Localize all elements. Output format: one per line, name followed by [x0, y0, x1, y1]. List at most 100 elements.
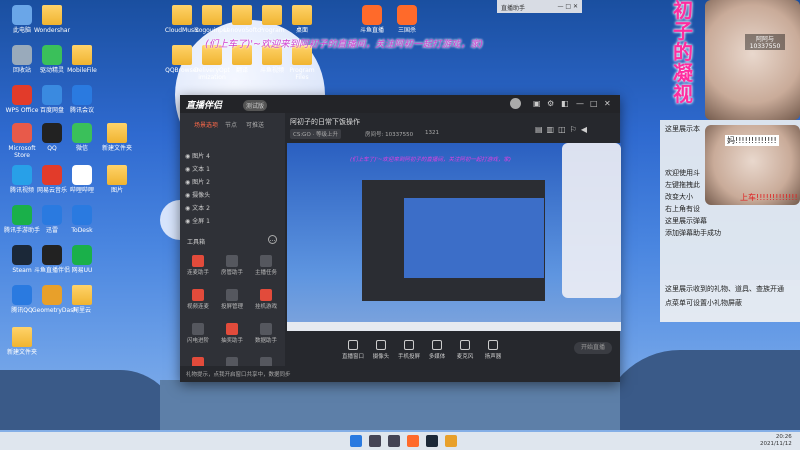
- overlay-title-char: 凝: [673, 61, 693, 85]
- app-icon[interactable]: [445, 435, 457, 447]
- close-icon[interactable]: ✕: [604, 99, 611, 108]
- overlay-title: 初 子 的 凝 视: [673, 0, 703, 105]
- stream-title[interactable]: 阿初子的日常下饭操作: [290, 117, 360, 127]
- tool-button[interactable]: 视频连麦: [183, 289, 213, 310]
- control-button[interactable]: 手机投屏: [394, 340, 424, 360]
- scene-item[interactable]: ◉ 摄像头: [185, 190, 210, 199]
- stream-banner-text: (们上车了)'~欢迎来到阿初子的直播间，关注阿初一起打游戏，家): [205, 39, 484, 50]
- avatar[interactable]: [510, 98, 521, 109]
- control-button[interactable]: 摄像头: [366, 340, 396, 360]
- viewer-label: 阿阿与 10337550: [745, 34, 785, 50]
- app-icon: [12, 245, 32, 265]
- desktop-icon[interactable]: ToDesk: [62, 205, 102, 234]
- scene-item[interactable]: ◉ 图片 2: [185, 177, 210, 186]
- time: 20:26: [775, 434, 792, 440]
- skin-icon[interactable]: ◧: [561, 99, 569, 108]
- desktop-icon-label: 哔哩哔哩: [69, 187, 94, 194]
- overlay-title-char: 初: [673, 0, 693, 22]
- tool-label: 挂机游戏: [254, 304, 277, 310]
- app-icon: [362, 5, 382, 25]
- app-icon: [12, 327, 32, 347]
- search-icon[interactable]: [369, 435, 381, 447]
- control-button[interactable]: 扬声器: [478, 340, 508, 360]
- app-icon: [12, 85, 32, 105]
- tool-button[interactable]: 数据助手: [251, 323, 281, 344]
- desktop-icon[interactable]: 桌面: [282, 5, 322, 34]
- settings-icon[interactable]: ⚙: [547, 99, 554, 108]
- desktop-icon[interactable]: Program Files: [282, 45, 322, 81]
- app-icon: [172, 45, 192, 65]
- tool-button[interactable]: 闪电进阶: [183, 323, 213, 344]
- taskview-icon[interactable]: [388, 435, 400, 447]
- tool-icon: [192, 255, 204, 267]
- tool-button[interactable]: 房管助手: [217, 255, 247, 276]
- preview-taskbar: [287, 322, 621, 331]
- mini-window-title: 直播助手: [501, 5, 526, 12]
- chat-line: 左键拖拽此: [665, 181, 700, 189]
- control-label: 麦克风: [456, 354, 474, 360]
- douyu-icon[interactable]: [407, 435, 419, 447]
- app-icon: [107, 123, 127, 143]
- desktop-icon[interactable]: 斗鱼直播: [352, 5, 392, 34]
- desktop-icon[interactable]: 微信: [62, 123, 102, 152]
- preview-toolbar[interactable]: ▤▥◫⚐◀: [535, 125, 591, 134]
- control-button[interactable]: 麦克风: [450, 340, 480, 360]
- minimize-icon[interactable]: —: [576, 99, 584, 108]
- desktop-icon[interactable]: 新建文件夹: [97, 123, 137, 152]
- tool-button[interactable]: 抽奖助手: [217, 323, 247, 344]
- tool-icon: [226, 255, 238, 267]
- red-caption: 上车!!!!!!!!!!!!!: [740, 193, 798, 202]
- tool-icon: [192, 289, 204, 301]
- tool-button[interactable]: 主播任务: [251, 255, 281, 276]
- desktop-icon[interactable]: 腾讯会议: [62, 85, 102, 114]
- desktop-icon[interactable]: 阿里云: [62, 285, 102, 314]
- desktop-icon[interactable]: 新建文件夹: [2, 327, 42, 356]
- tab-push[interactable]: 可推送: [246, 120, 264, 129]
- desktop-icon[interactable]: Wondershar: [32, 5, 72, 34]
- scene-item[interactable]: ◉ 文本 2: [185, 203, 210, 212]
- tool-label: 视频连麦: [186, 304, 209, 310]
- app-icon: [172, 5, 192, 25]
- face-caption: 妈!!!!!!!!!!!!!: [725, 135, 779, 146]
- control-button[interactable]: 直播窗口: [338, 340, 368, 360]
- desktop-icon-label: 桌面: [295, 27, 308, 34]
- app-icon: [12, 123, 32, 143]
- steam-icon[interactable]: [426, 435, 438, 447]
- app-title-bar[interactable]: 直播伴侣 测试版 ▣ ⚙ ◧ — □ ✕: [180, 95, 620, 113]
- viewer-name: 阿阿与: [755, 36, 774, 43]
- date: 2021/11/12: [760, 441, 792, 447]
- app-icon: [72, 165, 92, 185]
- desktop-icon[interactable]: MobileFile: [62, 45, 102, 74]
- scene-item[interactable]: ◉ 全屏 1: [185, 216, 210, 225]
- scene-label: 图片 4: [192, 153, 210, 160]
- clock[interactable]: 20:26 2021/11/12: [760, 434, 792, 448]
- scene-label: 文本 1: [192, 166, 210, 173]
- tool-button[interactable]: 投屏管理: [217, 289, 247, 310]
- scene-item[interactable]: ◉ 图片 4: [185, 151, 210, 160]
- chat-icon[interactable]: ▣: [533, 99, 541, 108]
- chat-line: 添加弹幕助手成功: [665, 229, 721, 237]
- app-logo: 直播伴侣: [186, 101, 223, 111]
- desktop-icon-label: 三国杀: [397, 27, 416, 34]
- tool-button[interactable]: 挂机游戏: [251, 289, 281, 310]
- more-icon[interactable]: …: [268, 235, 277, 244]
- desktop-icon[interactable]: 图片: [97, 165, 137, 194]
- tab-nodes[interactable]: 节点: [225, 120, 237, 129]
- app-icon: [42, 123, 62, 143]
- tab-scenes[interactable]: 场景选项: [194, 120, 218, 129]
- scene-item[interactable]: ◉ 文本 1: [185, 164, 210, 173]
- maximize-icon[interactable]: □: [590, 99, 598, 108]
- scene-label: 图片 2: [192, 179, 210, 186]
- desktop-icon[interactable]: 哔哩哔哩: [62, 165, 102, 194]
- start-live-button[interactable]: 开始直播: [574, 342, 612, 354]
- category-tag[interactable]: CS:GO · 等级上升: [290, 129, 342, 139]
- control-label: 摄像头: [372, 354, 390, 360]
- close-icon[interactable]: — □ ✕: [557, 3, 578, 10]
- desktop-icon[interactable]: 三国杀: [387, 5, 427, 34]
- desktop-icon[interactable]: 网易UU: [62, 245, 102, 274]
- mini-window[interactable]: 直播助手 — □ ✕: [497, 0, 582, 13]
- app-icon: [397, 5, 417, 25]
- tool-button[interactable]: 连麦助手: [183, 255, 213, 276]
- windows-icon[interactable]: [350, 435, 362, 447]
- control-button[interactable]: 多媒体: [422, 340, 452, 360]
